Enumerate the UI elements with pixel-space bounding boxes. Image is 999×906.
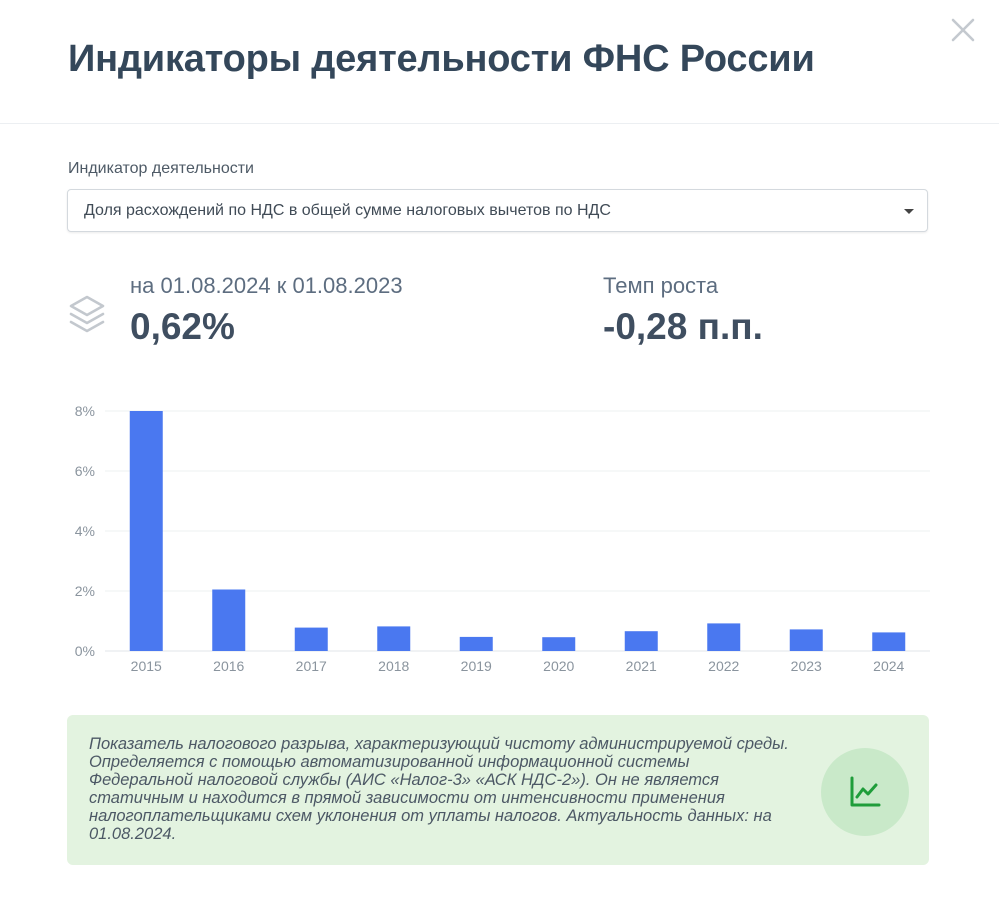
stat-value: 0,62% (130, 306, 235, 347)
bar (294, 627, 328, 651)
bar (129, 411, 163, 651)
x-tick-label: 2021 (626, 658, 657, 674)
x-tick-label: 2022 (708, 658, 739, 674)
x-tick-label: 2018 (378, 658, 409, 674)
bar-chart: 0% 2% 4% 6% 8% 2015 2016 2017 2018 2019 2020 2021 20… (75, 403, 930, 674)
bar (789, 629, 823, 651)
y-tick-label: 0% (75, 643, 95, 659)
x-tick-label: 2020 (543, 658, 574, 674)
indicator-select[interactable]: Доля расхождений по НДС в общей сумме на… (67, 189, 928, 232)
layers-icon (69, 295, 105, 333)
x-tick-label: 2024 (873, 658, 904, 674)
close-icon[interactable] (948, 15, 978, 45)
x-tick-label: 2017 (296, 658, 327, 674)
bar (459, 636, 493, 651)
bar (624, 631, 658, 651)
growth-label: Темп роста (603, 273, 719, 298)
page-title: Индикаторы деятельности ФНС России (68, 38, 815, 80)
bar (542, 637, 576, 651)
stat-period: на 01.08.2024 к 01.08.2023 (130, 273, 403, 298)
x-tick-label: 2019 (461, 658, 492, 674)
y-tick-label: 6% (75, 463, 95, 479)
trend-chart-icon (850, 776, 881, 807)
growth-value: -0,28 п.п. (603, 306, 763, 347)
x-tick-label: 2023 (791, 658, 822, 674)
bar (707, 623, 741, 651)
info-description: Показатель налогового разрыва, характери… (89, 735, 789, 843)
bar (212, 589, 246, 651)
x-tick-label: 2015 (131, 658, 162, 674)
bar (872, 632, 906, 651)
y-tick-label: 4% (75, 523, 95, 539)
bar (377, 626, 411, 651)
caret-down-icon (904, 209, 914, 214)
y-tick-label: 8% (75, 403, 95, 419)
x-tick-label: 2016 (213, 658, 244, 674)
y-tick-label: 2% (75, 583, 95, 599)
info-panel: Показатель налогового разрыва, характери… (67, 715, 929, 865)
chart-button[interactable] (821, 748, 909, 836)
indicator-label: Индикатор деятельности (68, 160, 254, 177)
indicator-selected-value: Доля расхождений по НДС в общей сумме на… (84, 202, 611, 219)
modal-header: Индикаторы деятельности ФНС России (0, 0, 999, 124)
